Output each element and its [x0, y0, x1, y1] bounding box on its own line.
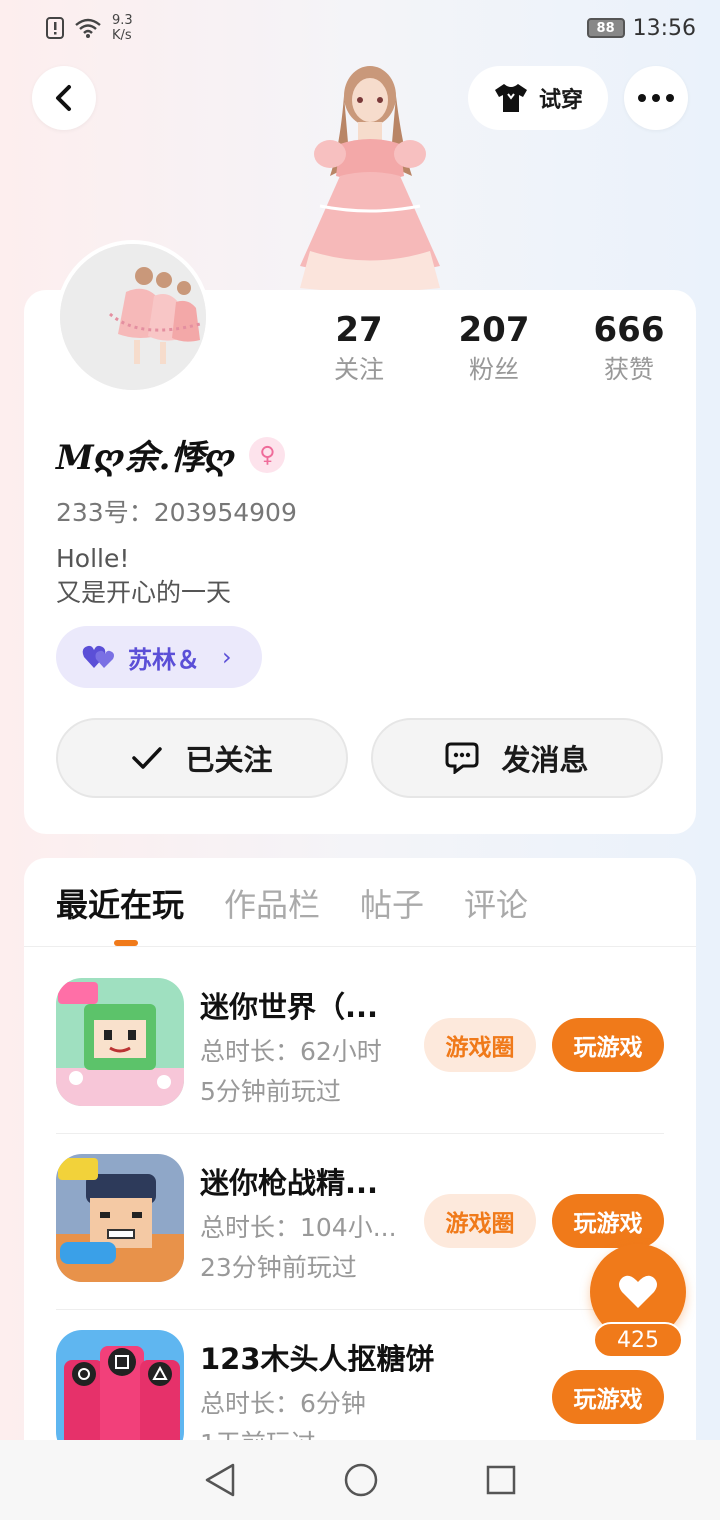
double-heart-icon [82, 645, 114, 668]
profile-stats: 27 关注 207 粉丝 666 获赞 [304, 308, 684, 388]
stat-following[interactable]: 27 关注 [304, 308, 414, 388]
heart-icon [619, 1275, 657, 1308]
play-game-button[interactable]: 玩游戏 [552, 1194, 664, 1248]
game-duration: 总时长：62小时 [200, 1037, 382, 1066]
status-right: 88 13:56 [586, 15, 696, 41]
tshirt-icon [494, 84, 527, 112]
chevron-left-icon [56, 85, 71, 111]
try-on-label: 试穿 [538, 88, 583, 113]
game-last-played: 5分钟前玩过 [200, 1077, 341, 1106]
user-id: 233号：203954909 [56, 493, 297, 529]
game-row[interactable]: 迷你世界（... 总时长：62小时 5分钟前玩过 游戏圈 玩游戏 [56, 958, 696, 1134]
profile-tabs: 最近在玩 作品栏 帖子 评论 [56, 880, 528, 926]
avatar-image [60, 244, 206, 390]
game-title: 迷你世界（... [200, 990, 379, 1024]
bio-line: Holle! [56, 544, 130, 573]
speed-unit: K/s [112, 28, 132, 43]
tab-comments[interactable]: 评论 [464, 880, 528, 926]
game-circle-button[interactable]: 游戏圈 [424, 1194, 536, 1248]
stat-value: 207 [458, 310, 530, 350]
clock: 13:56 [632, 15, 696, 41]
tab-posts[interactable]: 帖子 [360, 880, 424, 926]
wifi-icon [75, 18, 101, 38]
tab-works[interactable]: 作品栏 [224, 880, 320, 926]
avatar-character-illustration [300, 66, 440, 290]
status-bar: 9.3 K/s 88 13:56 [0, 0, 720, 56]
stat-label: 关注 [333, 355, 384, 384]
game-title: 123木头人抠糖饼 [200, 1342, 435, 1376]
try-on-button[interactable]: 试穿 [468, 66, 608, 130]
chat-bubble-icon [445, 742, 479, 774]
speed-value: 9.3 [112, 13, 133, 28]
female-icon: ♀ [249, 436, 286, 473]
network-speed: 9.3 K/s [112, 13, 133, 43]
stat-likes[interactable]: 666 获赞 [574, 308, 684, 388]
game-last-played: 23分钟前玩过 [200, 1253, 357, 1282]
game-title: 迷你枪战精... [200, 1166, 379, 1200]
game-icon-mini-gun [56, 1154, 184, 1282]
username-row: Mღ余.悸ღ ♀ [56, 430, 286, 479]
send-message-button[interactable]: 发消息 [371, 718, 663, 798]
couple-name: 苏林＆ [128, 645, 200, 674]
content-card: 最近在玩 作品栏 帖子 评论 迷你世界（... 总时长：62小时 5分钟前玩过 … [24, 858, 696, 1458]
nav-recents-icon[interactable] [485, 1464, 517, 1496]
stat-label: 获赞 [603, 355, 654, 384]
tab-recently-played[interactable]: 最近在玩 [56, 880, 184, 926]
stat-label: 粉丝 [468, 355, 519, 384]
game-circle-button[interactable]: 游戏圈 [424, 1018, 536, 1072]
back-button[interactable] [32, 66, 96, 130]
profile-avatar[interactable] [56, 240, 210, 394]
play-game-button[interactable]: 玩游戏 [552, 1370, 664, 1424]
message-label: 发消息 [501, 743, 589, 777]
followed-button[interactable]: 已关注 [56, 718, 348, 798]
uid-value: 203954909 [153, 498, 297, 527]
nav-home-icon[interactable] [343, 1462, 379, 1498]
game-duration: 总时长：6分钟 [200, 1389, 366, 1418]
chevron-right-icon: › [222, 643, 232, 671]
game-icon-squid-game [56, 1330, 184, 1458]
game-icon-mini-world [56, 978, 184, 1106]
battery-icon: 88 [586, 18, 625, 38]
play-game-button[interactable]: 玩游戏 [552, 1018, 664, 1072]
username: Mღ余.悸ღ [56, 438, 236, 478]
bio-line: 又是开心的一天 [56, 578, 232, 607]
stat-value: 27 [335, 310, 383, 350]
tabs-divider [24, 946, 696, 947]
system-nav-bar [0, 1440, 720, 1520]
more-button[interactable] [624, 66, 688, 130]
checkmark-icon [132, 747, 163, 769]
stat-value: 666 [593, 310, 665, 350]
status-left: 9.3 K/s [46, 13, 133, 43]
more-dots-icon [638, 94, 674, 102]
bio: Holle! 又是开心的一天 [56, 542, 231, 610]
sim-alert-icon [46, 17, 64, 39]
nav-back-icon[interactable] [203, 1462, 237, 1498]
couple-relation-pill[interactable]: 苏林＆ › [56, 626, 262, 688]
game-duration: 总时长：104小... [200, 1213, 397, 1242]
followed-label: 已关注 [185, 743, 273, 777]
like-count: 425 [593, 1322, 683, 1358]
stat-followers[interactable]: 207 粉丝 [439, 308, 549, 388]
uid-label: 233号： [56, 498, 154, 527]
